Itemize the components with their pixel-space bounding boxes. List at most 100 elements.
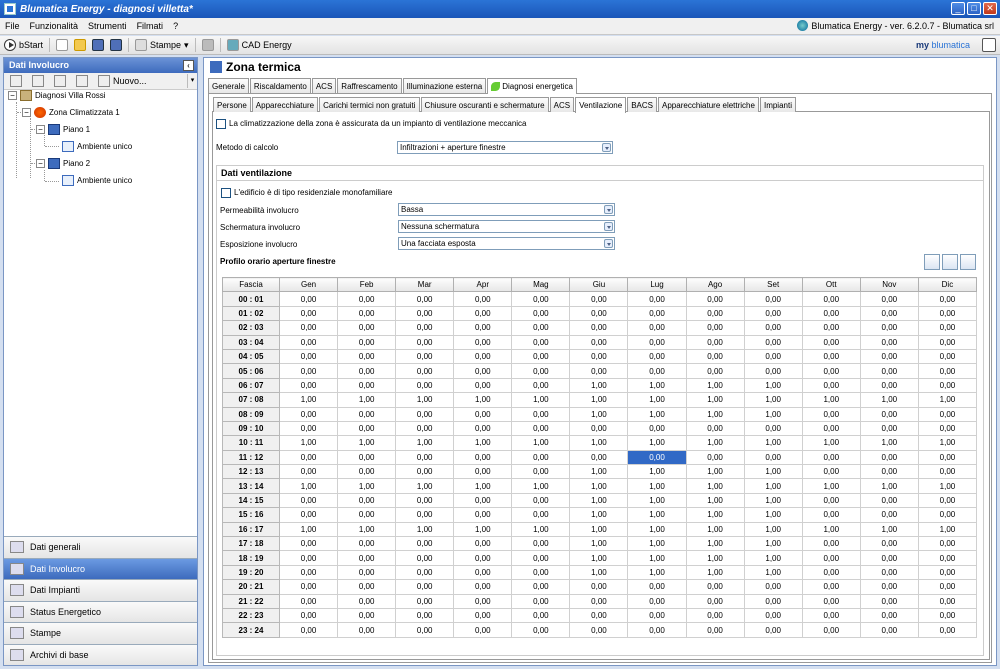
value-cell[interactable]: 0,00 — [278, 607, 339, 624]
value-cell[interactable]: 0,00 — [395, 536, 455, 552]
menu-funzionalita[interactable]: Funzionalità — [25, 21, 84, 31]
value-cell[interactable]: 0,00 — [859, 607, 919, 624]
value-cell[interactable]: 0,00 — [743, 607, 803, 624]
value-cell[interactable]: 0,00 — [395, 579, 455, 595]
column-header-mag[interactable]: Mag — [511, 276, 571, 293]
value-cell[interactable]: 1,00 — [337, 392, 397, 408]
value-cell[interactable]: 0,00 — [511, 420, 571, 437]
value-cell[interactable]: 0,00 — [278, 363, 339, 379]
tab-raffrescamento[interactable]: Raffrescamento — [337, 78, 402, 93]
value-cell[interactable]: 1,00 — [395, 392, 455, 408]
value-cell[interactable]: 0,00 — [511, 579, 571, 595]
value-cell[interactable]: 0,00 — [801, 420, 861, 437]
value-cell[interactable]: 0,00 — [859, 579, 919, 595]
value-cell[interactable]: 0,00 — [337, 579, 397, 595]
value-cell[interactable]: 0,00 — [337, 377, 397, 394]
value-cell[interactable]: 0,00 — [453, 550, 513, 566]
value-cell[interactable]: 0,00 — [859, 536, 919, 552]
value-cell[interactable]: 0,00 — [801, 564, 861, 581]
value-cell[interactable]: 1,00 — [453, 435, 513, 451]
value-cell[interactable]: 0,00 — [511, 320, 571, 336]
tab-acs[interactable]: ACS — [311, 78, 337, 93]
value-cell[interactable]: 1,00 — [627, 550, 687, 566]
value-cell[interactable]: 0,00 — [859, 334, 919, 350]
value-cell[interactable]: 0,00 — [743, 305, 803, 322]
value-cell[interactable]: 0,00 — [511, 550, 571, 566]
value-cell[interactable]: 0,00 — [859, 320, 919, 336]
value-cell[interactable]: 0,00 — [278, 564, 339, 581]
nav-dati-involucro[interactable]: Dati Involucro — [4, 557, 197, 579]
value-cell[interactable]: 0,00 — [511, 622, 571, 638]
copy-icon[interactable] — [924, 254, 940, 270]
value-cell[interactable]: 0,00 — [337, 320, 397, 336]
tree-node-floor1[interactable]: − Piano 1 — [36, 124, 90, 135]
value-cell[interactable]: 1,00 — [743, 478, 803, 494]
value-cell[interactable]: 0,00 — [453, 449, 513, 466]
value-cell[interactable]: 0,00 — [859, 564, 919, 581]
value-cell[interactable]: 0,00 — [511, 377, 571, 394]
value-cell[interactable]: 0,00 — [453, 607, 513, 624]
value-cell[interactable]: 0,00 — [685, 291, 745, 307]
nav-dati-impianti[interactable]: Dati Impianti — [4, 579, 197, 601]
value-cell[interactable]: 0,00 — [627, 420, 687, 437]
value-cell[interactable]: 0,00 — [278, 593, 339, 609]
value-cell[interactable]: 0,00 — [569, 363, 629, 379]
value-cell[interactable]: 0,00 — [801, 305, 861, 322]
maximize-button[interactable]: □ — [967, 2, 981, 15]
value-cell[interactable]: 0,00 — [511, 492, 571, 509]
value-cell[interactable]: 0,00 — [337, 291, 397, 307]
value-cell[interactable]: 0,00 — [917, 622, 978, 638]
value-cell[interactable]: 0,00 — [278, 464, 339, 480]
value-cell[interactable]: 0,00 — [801, 464, 861, 480]
value-cell[interactable]: 0,00 — [859, 492, 919, 509]
value-cell[interactable]: 0,00 — [453, 622, 513, 638]
value-cell[interactable]: 0,00 — [395, 377, 455, 394]
value-cell[interactable]: 0,00 — [859, 305, 919, 322]
expand-all-icon[interactable] — [54, 75, 66, 87]
collapse-toggle-icon[interactable]: − — [36, 159, 45, 168]
tab-apparecchiature[interactable]: Apparecchiature — [251, 97, 319, 112]
value-cell[interactable]: 0,00 — [917, 507, 978, 523]
value-cell[interactable]: 0,00 — [859, 377, 919, 394]
value-cell[interactable]: 1,00 — [685, 521, 745, 538]
value-cell[interactable]: 0,00 — [395, 464, 455, 480]
value-cell[interactable]: 0,00 — [859, 449, 919, 466]
value-cell[interactable]: 1,00 — [569, 435, 629, 451]
value-cell[interactable]: 1,00 — [917, 521, 978, 538]
value-cell[interactable]: 0,00 — [801, 334, 861, 350]
value-cell[interactable]: 1,00 — [627, 478, 687, 494]
help-icon[interactable] — [982, 38, 996, 52]
value-cell[interactable]: 1,00 — [337, 521, 397, 538]
value-cell[interactable]: 0,00 — [453, 464, 513, 480]
value-cell[interactable]: 0,00 — [511, 593, 571, 609]
value-cell[interactable]: 0,00 — [395, 492, 455, 509]
value-cell[interactable]: 0,00 — [337, 348, 397, 365]
value-cell[interactable]: 0,00 — [569, 320, 629, 336]
value-cell[interactable]: 1,00 — [569, 550, 629, 566]
value-cell[interactable]: 1,00 — [278, 521, 339, 538]
nuovo-button[interactable]: Nuovo... — [98, 75, 147, 87]
value-cell[interactable]: 0,00 — [859, 348, 919, 365]
value-cell[interactable]: 1,00 — [685, 536, 745, 552]
value-cell[interactable]: 1,00 — [627, 406, 687, 422]
value-cell[interactable]: 0,00 — [337, 550, 397, 566]
tools-icon[interactable] — [201, 39, 214, 51]
value-cell[interactable]: 0,00 — [743, 320, 803, 336]
collapse-toggle-icon[interactable]: − — [8, 91, 17, 100]
tab-riscaldamento[interactable]: Riscaldamento — [249, 78, 311, 93]
nav-stampe[interactable]: Stampe — [4, 622, 197, 644]
value-cell[interactable]: 1,00 — [278, 478, 339, 494]
residenziale-checkbox[interactable] — [221, 188, 231, 198]
value-cell[interactable]: 0,00 — [627, 449, 687, 466]
refresh-icon[interactable] — [32, 75, 44, 87]
value-cell[interactable]: 1,00 — [511, 435, 571, 451]
value-cell[interactable]: 1,00 — [569, 392, 629, 408]
value-cell[interactable]: 0,00 — [395, 550, 455, 566]
value-cell[interactable]: 0,00 — [337, 507, 397, 523]
column-header-fascia[interactable]: Fascia — [222, 276, 280, 293]
value-cell[interactable]: 1,00 — [801, 435, 861, 451]
value-cell[interactable]: 0,00 — [801, 622, 861, 638]
mech-vent-checkbox[interactable] — [216, 119, 226, 129]
value-cell[interactable]: 0,00 — [511, 334, 571, 350]
value-cell[interactable]: 0,00 — [685, 449, 745, 466]
